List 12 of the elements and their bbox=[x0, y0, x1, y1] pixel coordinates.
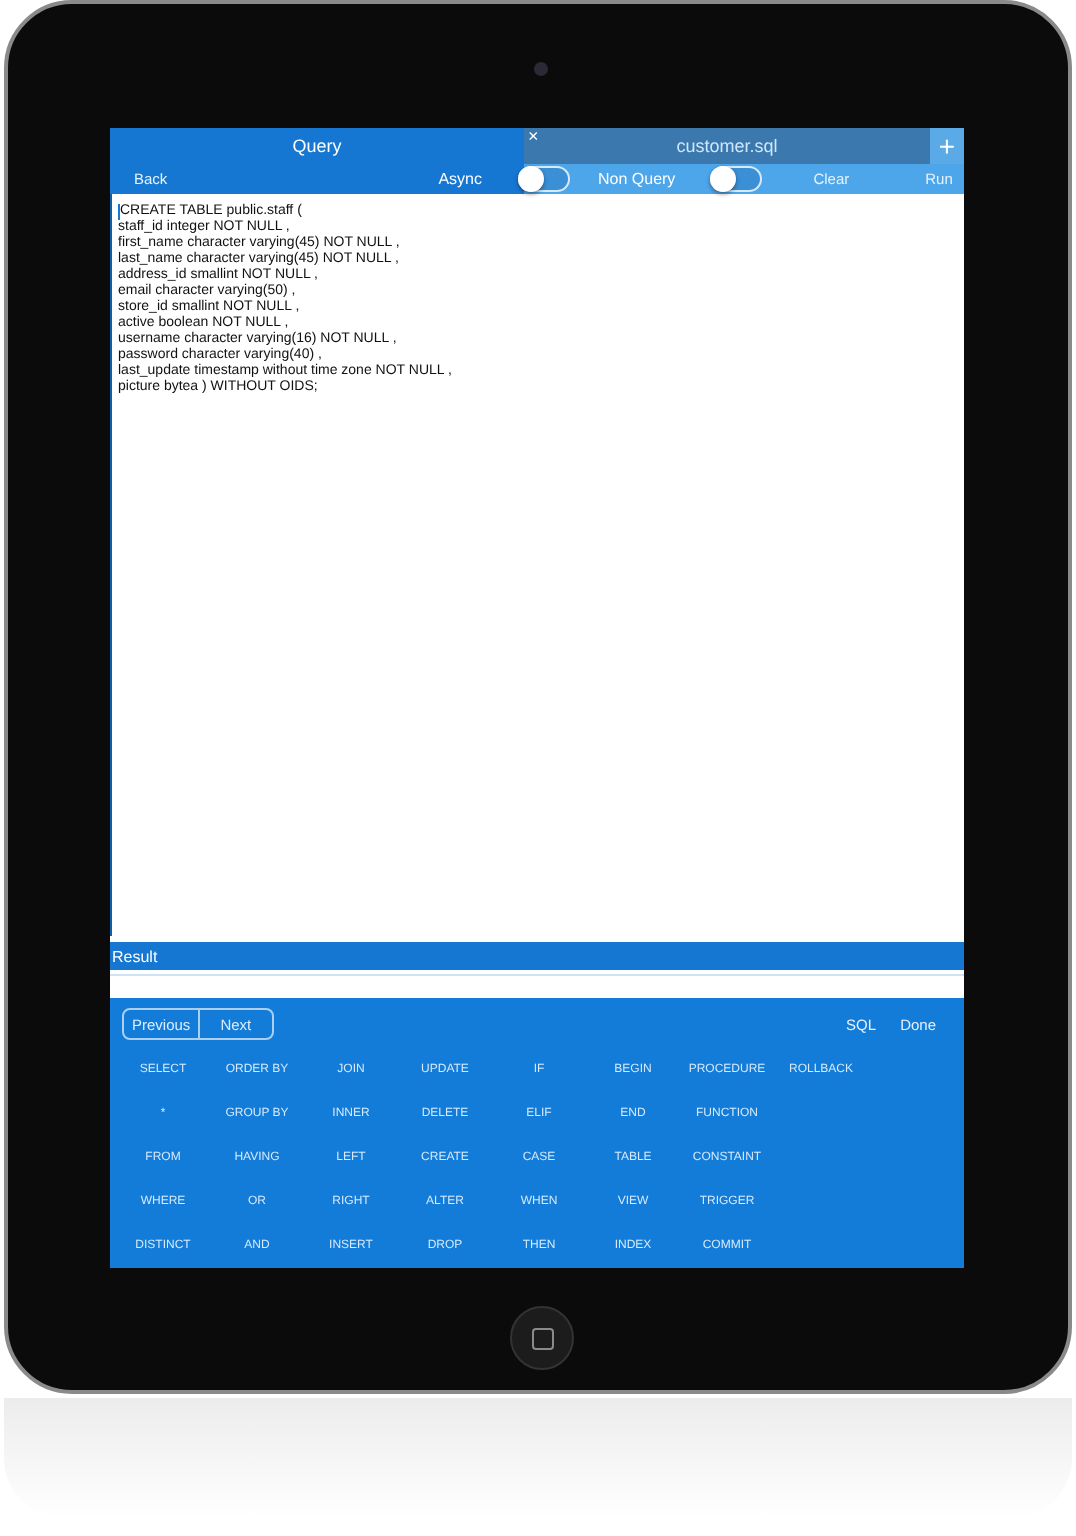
close-icon[interactable]: × bbox=[528, 126, 539, 146]
async-label: Async bbox=[438, 169, 482, 188]
tab-label: customer.sql bbox=[674, 136, 780, 156]
result-label: Result bbox=[110, 947, 158, 966]
non-query-label: Non Query bbox=[598, 169, 676, 188]
non-query-switch[interactable] bbox=[709, 165, 762, 192]
camera-icon bbox=[534, 62, 548, 76]
home-button[interactable] bbox=[510, 1306, 574, 1370]
screen-title: Query bbox=[292, 136, 342, 156]
file-tab[interactable]: × customer.sql bbox=[524, 128, 930, 164]
add-button[interactable]: + bbox=[930, 128, 964, 164]
async-switch[interactable] bbox=[518, 165, 570, 192]
